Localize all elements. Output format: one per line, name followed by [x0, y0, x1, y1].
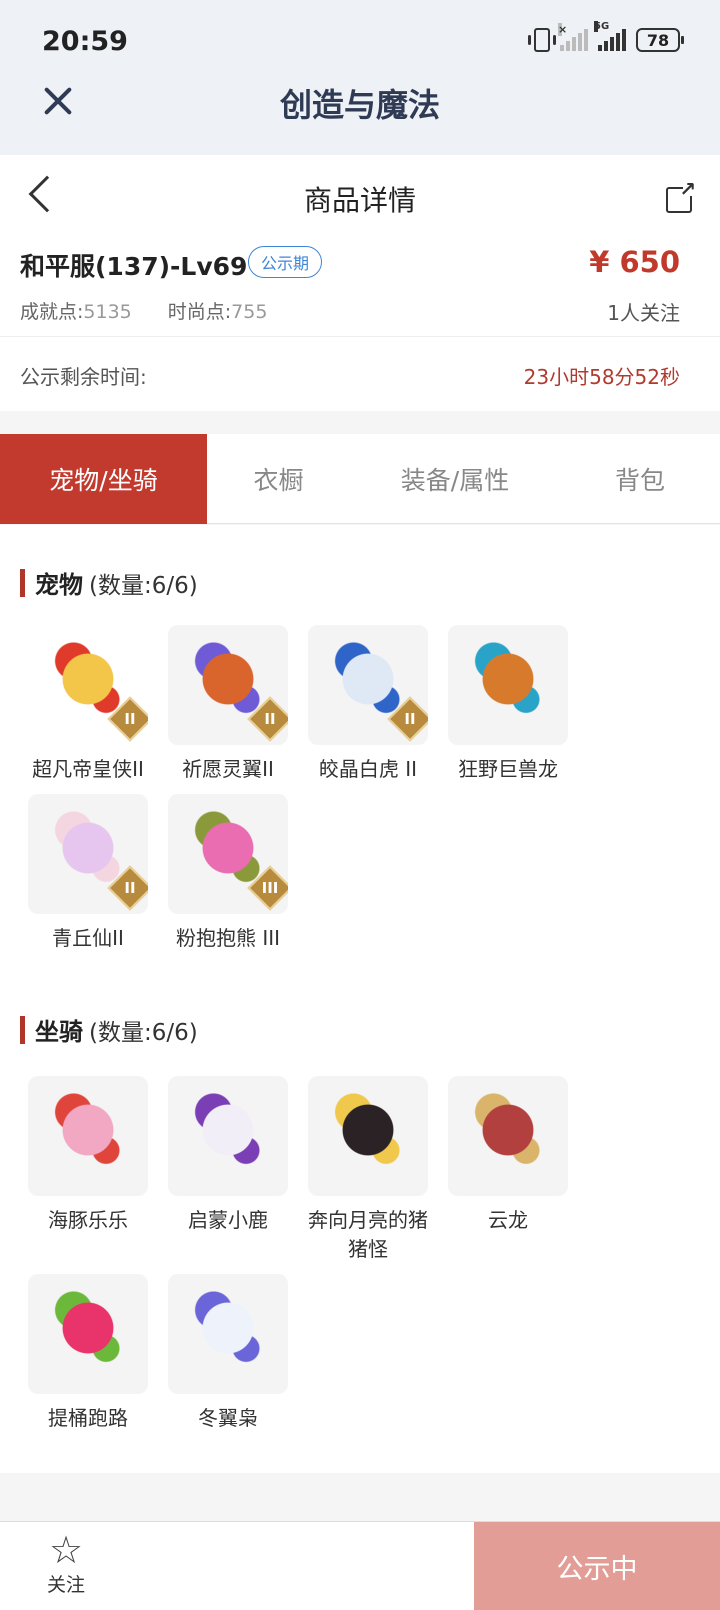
pet-image: III	[168, 794, 288, 914]
fashion-value: 755	[231, 301, 268, 323]
star-icon: ☆	[48, 1528, 84, 1572]
tier-badge: II	[247, 696, 288, 742]
pet-image: II	[308, 625, 428, 745]
follow-button[interactable]: ☆ 关注	[36, 1530, 96, 1597]
pet-item[interactable]: 狂野巨兽龙	[438, 625, 578, 784]
pets-section-title: 宠物 (数量:6/6)	[20, 565, 198, 600]
detail-nav: 商品详情	[0, 155, 720, 237]
pet-name: 狂野巨兽龙	[458, 757, 558, 781]
pet-item[interactable]: II 皎晶白虎 II	[298, 625, 438, 784]
mounts-title: 坐骑	[35, 1018, 83, 1046]
follower-count: 1人关注	[607, 301, 680, 325]
signal-5g-icon: 5G	[594, 21, 626, 51]
app-title: 创造与魔法	[279, 86, 440, 124]
pets-grid: II 超凡帝皇侠II II 祈愿灵翼II II 皎晶白虎 II 狂野巨兽龙 II 青丘仙II II…	[18, 625, 708, 963]
mount-name: 云龙	[488, 1208, 528, 1232]
mount-item[interactable]: 奔向月亮的猪猪怪	[298, 1076, 438, 1264]
countdown: 公示剩余时间: 23小时58分52秒	[0, 337, 720, 411]
tier-label: II	[124, 879, 136, 897]
item-stats: 成就点:5135 时尚点:755	[20, 297, 267, 324]
tier-badge: II	[107, 696, 148, 742]
fashion-label: 时尚点:	[167, 301, 232, 323]
tab-bar: 宠物/坐骑 衣橱 装备/属性 背包	[0, 434, 720, 524]
status-icons: × 5G 78	[528, 21, 684, 56]
pet-image: II	[28, 625, 148, 745]
pets-count: (数量:6/6)	[89, 572, 198, 599]
mount-name: 启蒙小鹿	[188, 1208, 268, 1232]
pets-title: 宠物	[35, 571, 83, 599]
tier-label: II	[124, 710, 136, 728]
mounts-section-title: 坐骑 (数量:6/6)	[20, 1012, 198, 1047]
pet-name: 皎晶白虎 II	[318, 757, 418, 781]
status-button[interactable]: 公示中	[474, 1522, 720, 1610]
pet-item[interactable]: III 粉抱抱熊 III	[158, 794, 298, 953]
battery-icon: 78	[636, 28, 684, 52]
app-header: 20:59 × 5G 78 创造与魔法	[0, 0, 720, 155]
tier-badge: III	[247, 865, 288, 911]
pet-name: 祈愿灵翼II	[182, 757, 274, 781]
mounts-grid: 海豚乐乐 启蒙小鹿 奔向月亮的猪猪怪 云龙提桶跑路 冬翼枭	[18, 1076, 708, 1443]
pet-name: 粉抱抱熊 III	[175, 926, 281, 950]
item-header: 和平服(137)-Lv69 公示期 成就点:5135 时尚点:755 ¥ 650 …	[0, 237, 720, 337]
follow-label: 关注	[46, 1574, 85, 1596]
tier-badge: II	[387, 696, 428, 742]
mount-item[interactable]: 启蒙小鹿	[158, 1076, 298, 1264]
tab-pets-mounts[interactable]: 宠物/坐骑	[0, 434, 207, 524]
pet-image: II	[28, 794, 148, 914]
mount-image	[308, 1076, 428, 1196]
status-time: 20:59	[42, 26, 128, 57]
price: ¥ 650	[589, 245, 680, 279]
pet-item[interactable]: II 青丘仙II	[18, 794, 158, 953]
tier-label: II	[404, 710, 416, 728]
share-icon[interactable]	[666, 177, 696, 213]
tier-badge: II	[107, 865, 148, 911]
mount-name: 海豚乐乐	[48, 1208, 128, 1232]
countdown-value: 23小时58分52秒	[523, 365, 680, 389]
mount-name: 提桶跑路	[48, 1406, 128, 1430]
pet-image	[448, 625, 568, 745]
bottom-bar: ☆ 关注 公示中	[0, 1521, 720, 1610]
pet-name: 超凡帝皇侠II	[32, 757, 144, 781]
tab-backpack[interactable]: 背包	[560, 434, 720, 524]
mount-name: 奔向月亮的猪猪怪	[308, 1208, 428, 1261]
achievement-value: 5135	[83, 301, 132, 323]
mount-item[interactable]: 海豚乐乐	[18, 1076, 158, 1264]
pet-item[interactable]: II 超凡帝皇侠II	[18, 625, 158, 784]
countdown-label: 公示剩余时间:	[20, 365, 147, 389]
tab-equipment[interactable]: 装备/属性	[350, 434, 560, 524]
page-title: 商品详情	[303, 184, 416, 217]
pet-image: II	[168, 625, 288, 745]
mount-image	[28, 1076, 148, 1196]
mount-image	[28, 1274, 148, 1394]
signal-icon: ×	[558, 23, 588, 51]
mount-item[interactable]: 冬翼枭	[158, 1274, 298, 1433]
tier-label: III	[261, 879, 279, 897]
detail-panel: 商品详情 和平服(137)-Lv69 公示期 成就点:5135 时尚点:755 ¥…	[0, 155, 720, 411]
mounts-count: (数量:6/6)	[89, 1019, 198, 1046]
pet-name: 青丘仙II	[52, 926, 124, 950]
achievement-label: 成就点:	[20, 301, 84, 323]
mount-item[interactable]: 提桶跑路	[18, 1274, 158, 1433]
tier-label: II	[264, 710, 276, 728]
mount-image	[168, 1076, 288, 1196]
tab-wardrobe[interactable]: 衣橱	[207, 434, 350, 524]
content-area: 宠物 (数量:6/6) II 超凡帝皇侠II II 祈愿灵翼II II 皎晶白虎 II 狂野巨…	[0, 525, 720, 1473]
item-name: 和平服(137)-Lv69	[20, 252, 248, 281]
vibrate-icon	[528, 28, 556, 52]
mount-image	[448, 1076, 568, 1196]
mount-item[interactable]: 云龙	[438, 1076, 578, 1264]
status-badge: 公示期	[248, 246, 323, 278]
pet-item[interactable]: II 祈愿灵翼II	[158, 625, 298, 784]
mount-image	[168, 1274, 288, 1394]
mount-name: 冬翼枭	[198, 1406, 258, 1430]
